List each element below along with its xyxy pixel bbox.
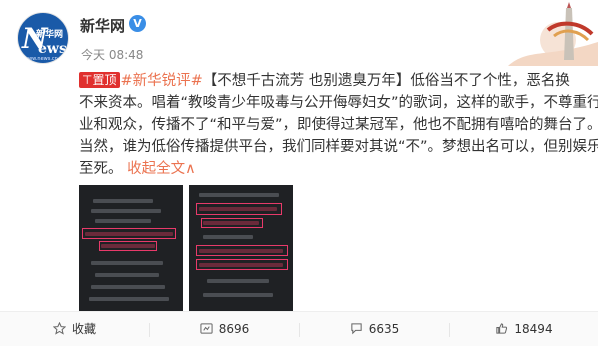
post-line-4: 当然，谁为低俗传播提供平台，我们同样要对其说“不”。梦想出名可以，但别娱乐 xyxy=(79,139,598,155)
lyric-line xyxy=(207,279,269,283)
post-line-1: ⊤置顶 #新华锐评#【不想千古流芳 也别遗臭万年】低俗当不了个性，恶名换 xyxy=(79,70,591,92)
chevron-up-icon: ∧ xyxy=(185,161,196,177)
post-line-5: 至死。 收起全文∧ xyxy=(79,158,591,180)
like-button[interactable]: 18494 xyxy=(450,312,598,346)
highlight-box xyxy=(196,203,282,215)
post-header: N 新华网 ews www.news.cn 新华网 V 今天 08:48 xyxy=(0,0,598,66)
pin-label: 置顶 xyxy=(92,73,117,87)
topic-link[interactable]: #新华锐评# xyxy=(120,73,202,89)
highlight-box xyxy=(196,259,288,270)
repost-button[interactable]: 8696 xyxy=(150,312,299,346)
lyric-line xyxy=(91,285,165,289)
author-name[interactable]: 新华网 xyxy=(80,15,125,36)
lyric-line xyxy=(93,199,153,203)
star-icon xyxy=(52,322,66,335)
like-count: 18494 xyxy=(514,322,553,336)
comment-count: 6635 xyxy=(368,322,400,336)
highlight-box xyxy=(201,218,263,228)
collapse-text-label: 收起全文 xyxy=(127,161,186,177)
post-line-5-text: 至死。 xyxy=(79,161,123,177)
post-line-2: 不来资本。唱着“教唆青少年吸毒与公开侮辱妇女”的歌词，这样的歌手，不尊重行 xyxy=(79,95,598,111)
lyrics-screenshot-image-1[interactable] xyxy=(79,185,183,313)
favorite-label: 收藏 xyxy=(71,322,96,336)
comment-button[interactable]: 6635 xyxy=(300,312,449,346)
lyric-line xyxy=(203,293,273,297)
lyric-line xyxy=(199,193,279,197)
lyric-line xyxy=(91,209,161,213)
post-action-bar: 收藏 8696 6635 18494 xyxy=(0,311,598,346)
lyric-line xyxy=(91,261,163,265)
favorite-button[interactable]: 收藏 xyxy=(0,312,149,346)
lyrics-screenshot-image-2[interactable] xyxy=(189,185,293,313)
avatar-url: www.news.cn xyxy=(24,56,58,62)
lyric-line xyxy=(89,297,169,301)
avatar[interactable]: N 新华网 ews www.news.cn xyxy=(17,12,69,64)
post-time[interactable]: 今天 08:48 xyxy=(81,46,143,63)
thumbs-up-icon xyxy=(496,323,508,334)
pin-badge: ⊤置顶 xyxy=(79,72,121,88)
monument-decoration-icon xyxy=(508,2,598,66)
comment-icon xyxy=(351,323,362,335)
avatar-chinese-text: 新华网 xyxy=(36,30,64,40)
pin-icon: ⊤ xyxy=(82,73,93,87)
highlight-box xyxy=(99,241,157,251)
lyric-line xyxy=(95,273,159,277)
post-text: ⊤置顶 #新华锐评#【不想千古流芳 也别遗臭万年】低俗当不了个性，恶名换 不来资本… xyxy=(79,70,598,180)
post-images xyxy=(79,185,389,313)
post-line-3: 业和观众，传播不了“和平与爱”，即使得过某冠军，他也不配拥有嘻哈的舞台了。 xyxy=(79,117,598,133)
post-line-1-text: 【不想千古流芳 也别遗臭万年】低俗当不了个性，恶名换 xyxy=(202,73,570,89)
lyric-line xyxy=(95,219,151,223)
verified-badge-icon: V xyxy=(129,15,146,32)
collapse-text-link[interactable]: 收起全文∧ xyxy=(127,161,196,177)
lyric-line xyxy=(203,235,253,239)
repost-icon xyxy=(200,323,213,334)
highlight-box xyxy=(196,245,288,256)
repost-count: 8696 xyxy=(218,322,250,336)
highlight-box xyxy=(82,228,176,239)
avatar-letters: ews xyxy=(38,41,67,57)
